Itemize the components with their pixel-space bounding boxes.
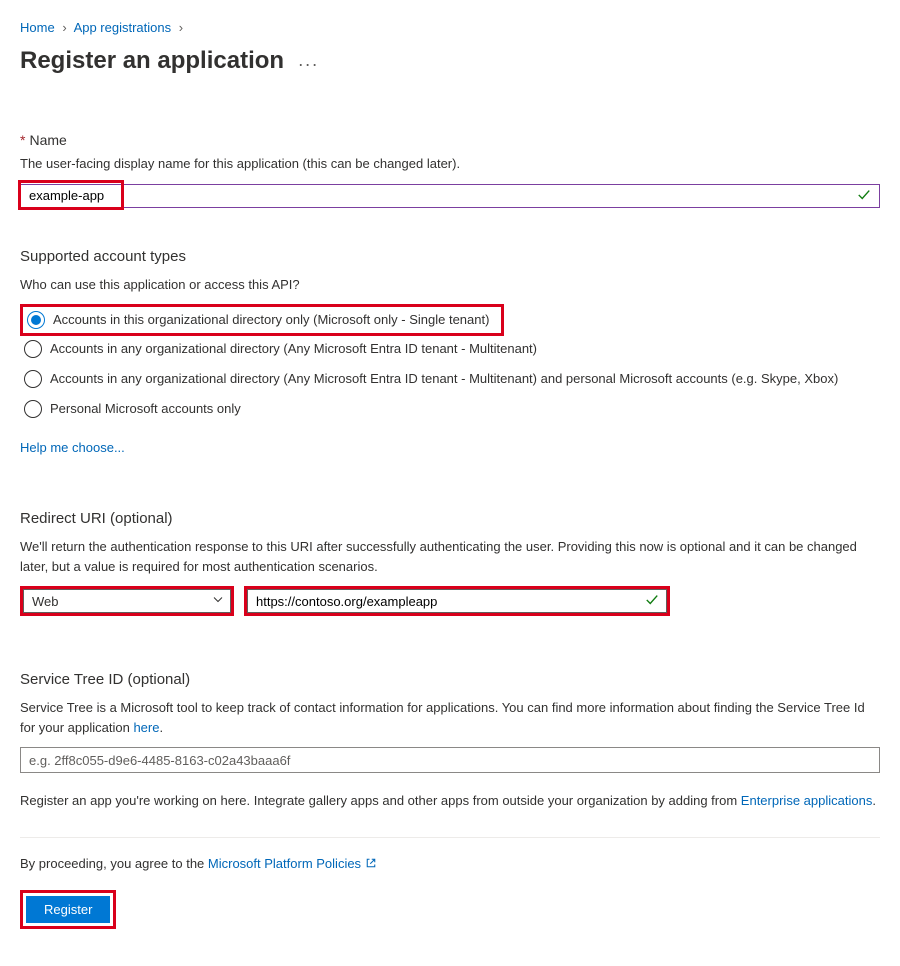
radio-label-multitenant: Accounts in any organizational directory… [50,340,541,358]
register-highlight-box: Register [20,890,116,929]
service-tree-desc: Service Tree is a Microsoft tool to keep… [20,698,880,737]
redirect-uri-input[interactable] [247,589,667,613]
radio-row-single-tenant[interactable]: Accounts in this organizational director… [23,307,497,333]
breadcrumb-app-registrations[interactable]: App registrations [74,20,172,35]
radio-highlight-box: Accounts in this organizational director… [20,304,504,336]
policies-line: By proceeding, you agree to the Microsof… [20,856,880,872]
radio-single-tenant[interactable] [27,311,45,329]
platform-select-value: Web [32,594,59,609]
radio-row-multitenant[interactable]: Accounts in any organizational directory… [20,336,880,362]
required-asterisk: * [20,132,25,148]
account-types-heading: Supported account types [20,248,880,265]
radio-row-multitenant-personal[interactable]: Accounts in any organizational directory… [20,366,880,392]
radio-personal-only[interactable] [24,400,42,418]
radio-label-personal-only: Personal Microsoft accounts only [50,400,245,418]
service-tree-input[interactable] [20,747,880,773]
uri-highlight-box [244,586,670,616]
service-tree-section: Service Tree ID (optional) Service Tree … [20,671,880,773]
enterprise-applications-link[interactable]: Enterprise applications [741,793,873,808]
breadcrumb-sep-1: › [62,20,66,35]
account-types-section: Supported account types Who can use this… [20,248,880,456]
radio-row-personal-only[interactable]: Personal Microsoft accounts only [20,396,880,422]
name-input[interactable] [21,185,879,207]
platform-select[interactable]: Web [23,589,231,613]
name-section: *Name The user-facing display name for t… [20,132,880,208]
redirect-uri-row: Web [20,586,880,616]
page-title-row: Register an application ··· [20,43,880,77]
footer-note: Register an app you're working on here. … [20,791,880,811]
name-label: *Name [20,132,880,148]
chevron-down-icon [212,594,224,609]
breadcrumb: Home › App registrations › [20,20,880,35]
service-tree-heading: Service Tree ID (optional) [20,671,880,688]
name-input-wrap [20,184,880,208]
more-actions-icon[interactable]: ··· [298,54,319,75]
divider [20,837,880,838]
register-button[interactable]: Register [26,896,110,923]
help-me-choose-link[interactable]: Help me choose... [20,440,125,455]
radio-label-multitenant-personal: Accounts in any organizational directory… [50,370,842,388]
breadcrumb-home[interactable]: Home [20,20,55,35]
radio-multitenant[interactable] [24,340,42,358]
external-link-icon [365,857,377,872]
redirect-uri-heading: Redirect URI (optional) [20,510,880,527]
radio-multitenant-personal[interactable] [24,370,42,388]
page-title: Register an application [20,47,284,75]
platform-policies-link[interactable]: Microsoft Platform Policies [208,856,377,871]
redirect-uri-section: Redirect URI (optional) We'll return the… [20,510,880,616]
radio-label-single-tenant: Accounts in this organizational director… [53,311,493,329]
uri-input-cell [247,589,667,613]
redirect-uri-desc: We'll return the authentication response… [20,537,880,576]
policies-pre: By proceeding, you agree to the [20,856,208,871]
platform-highlight-box: Web [20,586,234,616]
service-tree-here-link[interactable]: here [133,720,159,735]
name-description: The user-facing display name for this ap… [20,154,880,174]
breadcrumb-sep-2: › [179,20,183,35]
account-types-radio-group: Accounts in this organizational director… [20,304,880,422]
account-types-question: Who can use this application or access t… [20,275,880,295]
